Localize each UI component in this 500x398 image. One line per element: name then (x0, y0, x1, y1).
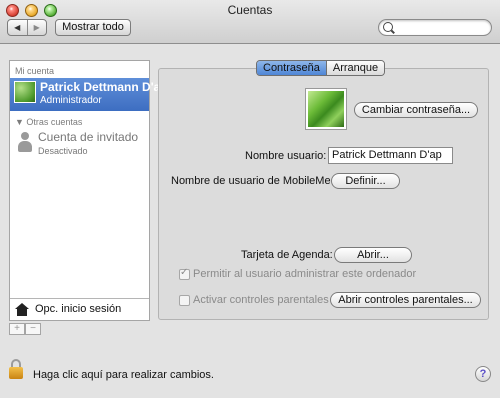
toolbar: Cuentas ◀ ▶ Mostrar todo (0, 0, 500, 44)
guest-person-icon (18, 132, 32, 152)
search-icon (383, 22, 393, 32)
account-picture[interactable] (306, 89, 346, 129)
parental-controls-label: Activar controles parentales (193, 294, 329, 306)
change-password-button[interactable]: Cambiar contraseña... (354, 102, 478, 118)
forward-arrow-icon[interactable]: ▶ (26, 20, 47, 35)
login-options-item[interactable]: Opc. inicio sesión (10, 298, 149, 321)
search-input[interactable] (395, 21, 491, 36)
accounts-list: Mi cuenta Patrick Dettmann D'a… Administ… (9, 60, 172, 321)
account-item-guest[interactable]: Cuenta de invitado Desactivado (10, 129, 149, 159)
username-field[interactable]: Patrick Dettmann D'ap (328, 147, 453, 164)
remove-account-button[interactable]: − (25, 323, 41, 335)
house-icon (15, 303, 29, 317)
parental-controls-checkbox[interactable] (179, 295, 190, 306)
help-button[interactable]: ? (475, 366, 491, 382)
allow-admin-checkbox[interactable] (179, 267, 190, 280)
username-label: Nombre usuario: (245, 150, 327, 162)
user-avatar (14, 81, 36, 103)
tab-password[interactable]: Contraseña (257, 61, 326, 75)
open-agenda-card-button[interactable]: Abrir... (334, 247, 412, 263)
account-role: Administrador (40, 95, 102, 106)
back-arrow-icon[interactable]: ◀ (8, 20, 27, 35)
login-options-label: Opc. inicio sesión (35, 303, 122, 315)
lock-instruction-text: Haga clic aquí para realizar cambios. (33, 369, 214, 381)
define-mobileme-button[interactable]: Definir... (331, 173, 400, 189)
my-account-header: Mi cuenta (15, 66, 55, 76)
open-parental-controls-button[interactable]: Abrir controles parentales... (330, 292, 481, 308)
agenda-card-label: Tarjeta de Agenda: (241, 249, 333, 261)
search-box[interactable] (378, 19, 492, 36)
mobileme-label: Nombre de usuario de MobileMe: (171, 175, 334, 187)
preferences-window: Cuentas ◀ ▶ Mostrar todo Mi cuenta Patri… (0, 0, 500, 398)
other-accounts-header[interactable]: ▼ Otras cuentas (15, 117, 82, 127)
add-account-button[interactable]: + (9, 323, 25, 335)
allow-admin-label: Permitir al usuario administrar este ord… (193, 268, 417, 280)
show-all-button[interactable]: Mostrar todo (55, 19, 131, 36)
tab-bar: Contraseña Arranque (256, 60, 386, 76)
tab-startup[interactable]: Arranque (325, 61, 385, 75)
navigation-segment: ◀ ▶ (7, 19, 47, 36)
guest-account-status: Desactivado (38, 146, 88, 156)
account-item-current-user[interactable]: Patrick Dettmann D'a… Administrador (10, 78, 172, 111)
guest-account-name: Cuenta de invitado (38, 130, 139, 144)
lock-icon[interactable] (9, 359, 23, 379)
window-title: Cuentas (227, 3, 273, 17)
account-name: Patrick Dettmann D'a… (40, 80, 173, 94)
